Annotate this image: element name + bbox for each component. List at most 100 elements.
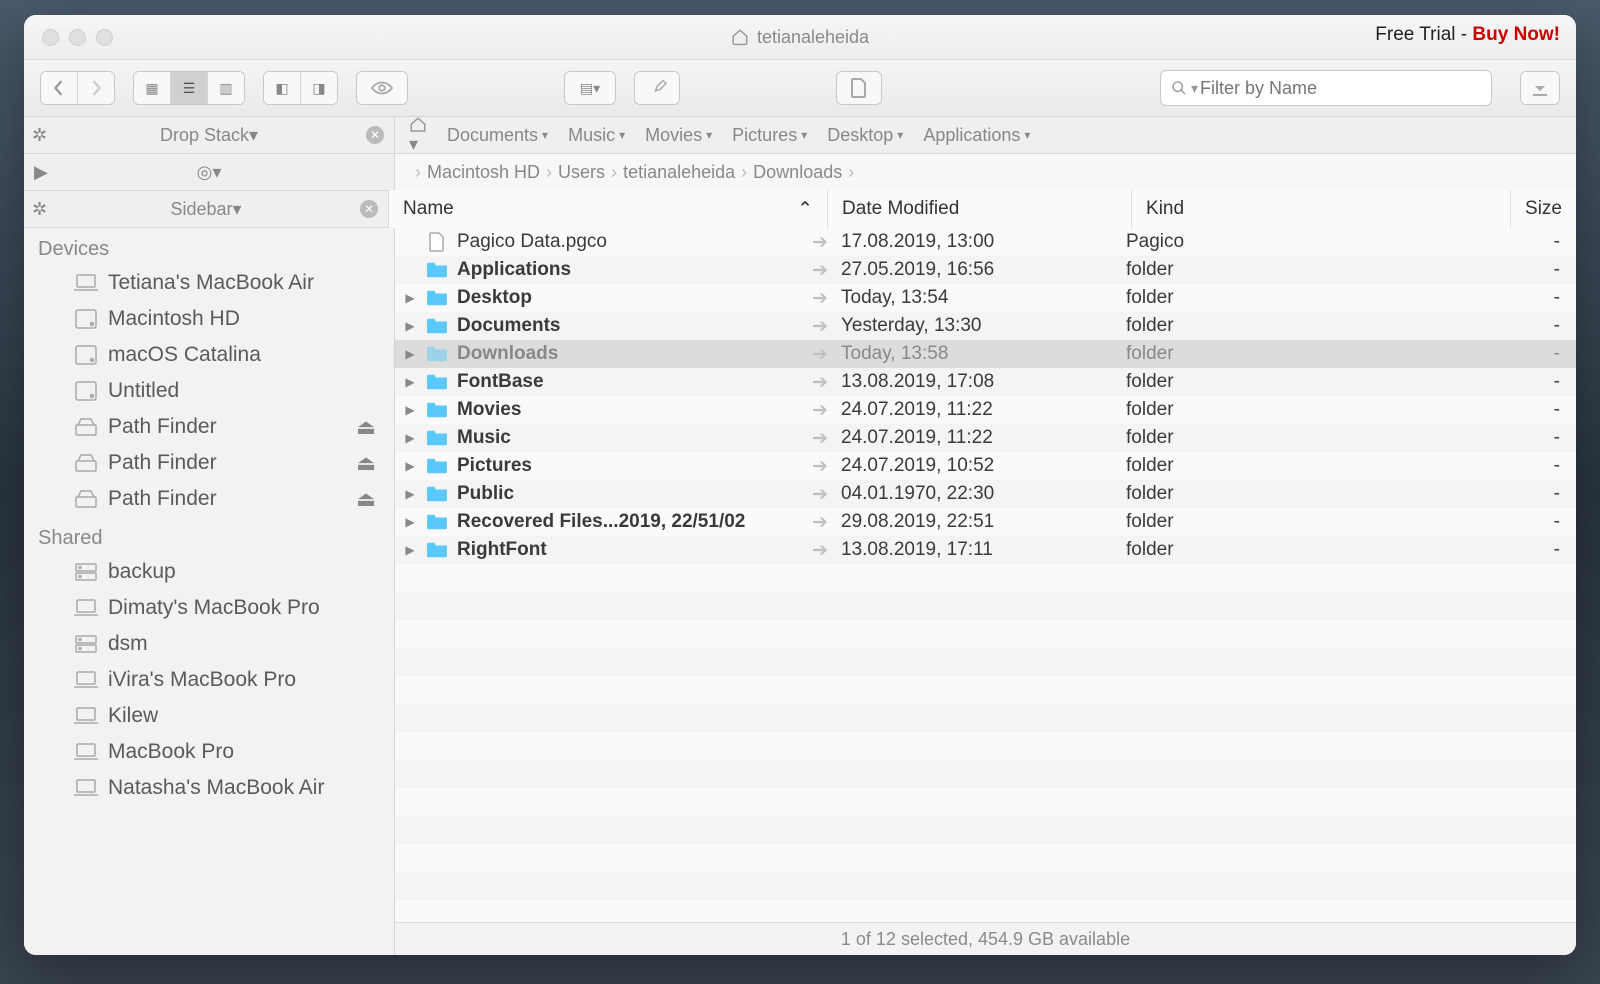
file-row[interactable]: ▶ Pictures ➔ 24.07.2019, 10:52 folder - bbox=[395, 452, 1576, 480]
disclosure-triangle[interactable]: ▶ bbox=[395, 515, 425, 529]
sidebar-item[interactable]: dsm bbox=[24, 626, 394, 662]
column-kind[interactable]: Kind bbox=[1132, 190, 1511, 228]
sidebar-item[interactable]: backup bbox=[24, 554, 394, 590]
file-row[interactable]: Pagico Data.pgco ➔ 17.08.2019, 13:00 Pag… bbox=[395, 228, 1576, 256]
file-row[interactable]: ▶ Documents ➔ Yesterday, 13:30 folder - bbox=[395, 312, 1576, 340]
sidebar-item-label: dsm bbox=[108, 632, 148, 656]
search-input[interactable] bbox=[1198, 77, 1481, 100]
sidebar-item[interactable]: Natasha's MacBook Air bbox=[24, 770, 394, 806]
column-name[interactable]: Name⌃ bbox=[389, 190, 828, 228]
play-icon[interactable]: ▶ bbox=[34, 162, 48, 183]
forward-button[interactable] bbox=[78, 72, 114, 104]
file-row[interactable]: ▶ Desktop ➔ Today, 13:54 folder - bbox=[395, 284, 1576, 312]
favorite-item[interactable]: Music ▾ bbox=[568, 125, 625, 146]
disclosure-triangle[interactable]: ▶ bbox=[395, 487, 425, 501]
gear-icon[interactable]: ✲ bbox=[32, 125, 47, 146]
go-icon[interactable]: ➔ bbox=[805, 399, 835, 422]
sidebar-item[interactable]: Kilew bbox=[24, 698, 394, 734]
file-kind: folder bbox=[1116, 483, 1476, 505]
group-by-button[interactable]: ▤▾ bbox=[564, 71, 616, 105]
sidebar-item[interactable]: iVira's MacBook Pro bbox=[24, 662, 394, 698]
disclosure-triangle[interactable]: ▶ bbox=[395, 375, 425, 389]
disclosure-triangle[interactable]: ▶ bbox=[395, 403, 425, 417]
folder-icon bbox=[425, 400, 449, 420]
search-field[interactable]: ▾ bbox=[1160, 70, 1492, 106]
sidebar-header-panel[interactable]: ✲ Sidebar ▾ ✕ bbox=[24, 191, 389, 227]
sidebar: Devices Tetiana's MacBook Air Macintosh … bbox=[24, 228, 395, 955]
close-icon[interactable]: ✕ bbox=[360, 200, 378, 218]
go-icon[interactable]: ➔ bbox=[805, 371, 835, 394]
go-icon[interactable]: ➔ bbox=[805, 483, 835, 506]
file-name: Desktop bbox=[457, 287, 532, 309]
download-button[interactable] bbox=[1520, 71, 1560, 105]
go-icon[interactable]: ➔ bbox=[805, 427, 835, 450]
gear-icon[interactable]: ✲ bbox=[32, 199, 47, 220]
file-row[interactable]: ▶ Movies ➔ 24.07.2019, 11:22 folder - bbox=[395, 396, 1576, 424]
dual-left-button[interactable]: ◧ bbox=[264, 72, 301, 104]
disclosure-triangle[interactable]: ▶ bbox=[395, 291, 425, 305]
disclosure-triangle[interactable]: ▶ bbox=[395, 459, 425, 473]
close-window-button[interactable] bbox=[42, 29, 59, 46]
go-icon[interactable]: ➔ bbox=[805, 539, 835, 562]
favorite-item[interactable]: Applications ▾ bbox=[923, 125, 1030, 146]
file-row[interactable]: ▶ FontBase ➔ 13.08.2019, 17:08 folder - bbox=[395, 368, 1576, 396]
sidebar-item[interactable]: Tetiana's MacBook Air bbox=[24, 265, 394, 301]
go-icon[interactable]: ➔ bbox=[805, 511, 835, 534]
new-document-button[interactable] bbox=[836, 71, 882, 105]
list-view-button[interactable]: ☰ bbox=[171, 72, 208, 104]
breadcrumb-item[interactable]: Users bbox=[558, 162, 605, 183]
favorite-item[interactable]: Pictures ▾ bbox=[732, 125, 807, 146]
file-row[interactable]: ▶ Music ➔ 24.07.2019, 11:22 folder - bbox=[395, 424, 1576, 452]
column-view-button[interactable]: ▥ bbox=[208, 72, 244, 104]
disclosure-triangle[interactable]: ▶ bbox=[395, 431, 425, 445]
file-row[interactable]: ▶ Public ➔ 04.01.1970, 22:30 folder - bbox=[395, 480, 1576, 508]
disclosure-triangle[interactable]: ▶ bbox=[395, 543, 425, 557]
go-icon[interactable]: ➔ bbox=[805, 287, 835, 310]
back-button[interactable] bbox=[41, 72, 78, 104]
sidebar-item[interactable]: Untitled bbox=[24, 373, 394, 409]
dual-right-button[interactable]: ◨ bbox=[301, 72, 337, 104]
icon-view-button[interactable]: ▦ bbox=[134, 72, 171, 104]
sidebar-item[interactable]: macOS Catalina bbox=[24, 337, 394, 373]
breadcrumb-item[interactable]: tetianaleheida bbox=[623, 162, 735, 183]
minimize-window-button[interactable] bbox=[69, 29, 86, 46]
sidebar-item[interactable]: Path Finder ⏏ bbox=[24, 481, 394, 517]
disc-panel[interactable]: ▶ ◎ ▾ bbox=[24, 154, 395, 190]
favorite-item[interactable]: Desktop ▾ bbox=[827, 125, 903, 146]
file-row[interactable]: ▶ RightFont ➔ 13.08.2019, 17:11 folder - bbox=[395, 536, 1576, 564]
close-icon[interactable]: ✕ bbox=[366, 126, 384, 144]
sidebar-item[interactable]: Path Finder ⏏ bbox=[24, 409, 394, 445]
fullscreen-window-button[interactable] bbox=[96, 29, 113, 46]
file-row[interactable]: ▶ Recovered Files...2019, 22/51/02 ➔ 29.… bbox=[395, 508, 1576, 536]
disclosure-triangle[interactable]: ▶ bbox=[395, 319, 425, 333]
go-icon[interactable]: ➔ bbox=[805, 231, 835, 254]
go-icon[interactable]: ➔ bbox=[805, 455, 835, 478]
empty-row bbox=[395, 844, 1576, 872]
go-icon[interactable]: ➔ bbox=[805, 343, 835, 366]
favorite-item[interactable]: Movies ▾ bbox=[645, 125, 712, 146]
file-row[interactable]: Applications ➔ 27.05.2019, 16:56 folder … bbox=[395, 256, 1576, 284]
sidebar-item[interactable]: Path Finder ⏏ bbox=[24, 445, 394, 481]
tag-button[interactable] bbox=[634, 71, 680, 105]
sidebar-item[interactable]: Dimaty's MacBook Pro bbox=[24, 590, 394, 626]
disclosure-triangle[interactable]: ▶ bbox=[395, 347, 425, 361]
go-icon[interactable]: ➔ bbox=[805, 315, 835, 338]
file-row[interactable]: ▶ Downloads ➔ Today, 13:58 folder - bbox=[395, 340, 1576, 368]
preview-button[interactable] bbox=[356, 71, 408, 105]
buy-now-link[interactable]: Buy Now! bbox=[1472, 24, 1560, 45]
eject-icon[interactable]: ⏏ bbox=[356, 451, 376, 476]
breadcrumb-item[interactable]: Macintosh HD bbox=[427, 162, 540, 183]
titlebar: tetianaleheida bbox=[24, 15, 1576, 60]
sidebar-item[interactable]: MacBook Pro bbox=[24, 734, 394, 770]
eject-icon[interactable]: ⏏ bbox=[356, 415, 376, 440]
breadcrumb-item[interactable]: Downloads bbox=[753, 162, 842, 183]
eject-icon[interactable]: ⏏ bbox=[356, 487, 376, 512]
go-icon[interactable]: ➔ bbox=[805, 259, 835, 282]
favorite-item[interactable]: Documents ▾ bbox=[447, 125, 548, 146]
sidebar-item[interactable]: Macintosh HD bbox=[24, 301, 394, 337]
column-size[interactable]: Size bbox=[1511, 190, 1576, 228]
column-date[interactable]: Date Modified bbox=[828, 190, 1132, 228]
home-menu-icon[interactable]: ▾ bbox=[409, 116, 427, 155]
window-title: tetianaleheida bbox=[731, 27, 869, 48]
drop-stack-panel[interactable]: ✲ Drop Stack ▾ ✕ bbox=[24, 117, 395, 153]
